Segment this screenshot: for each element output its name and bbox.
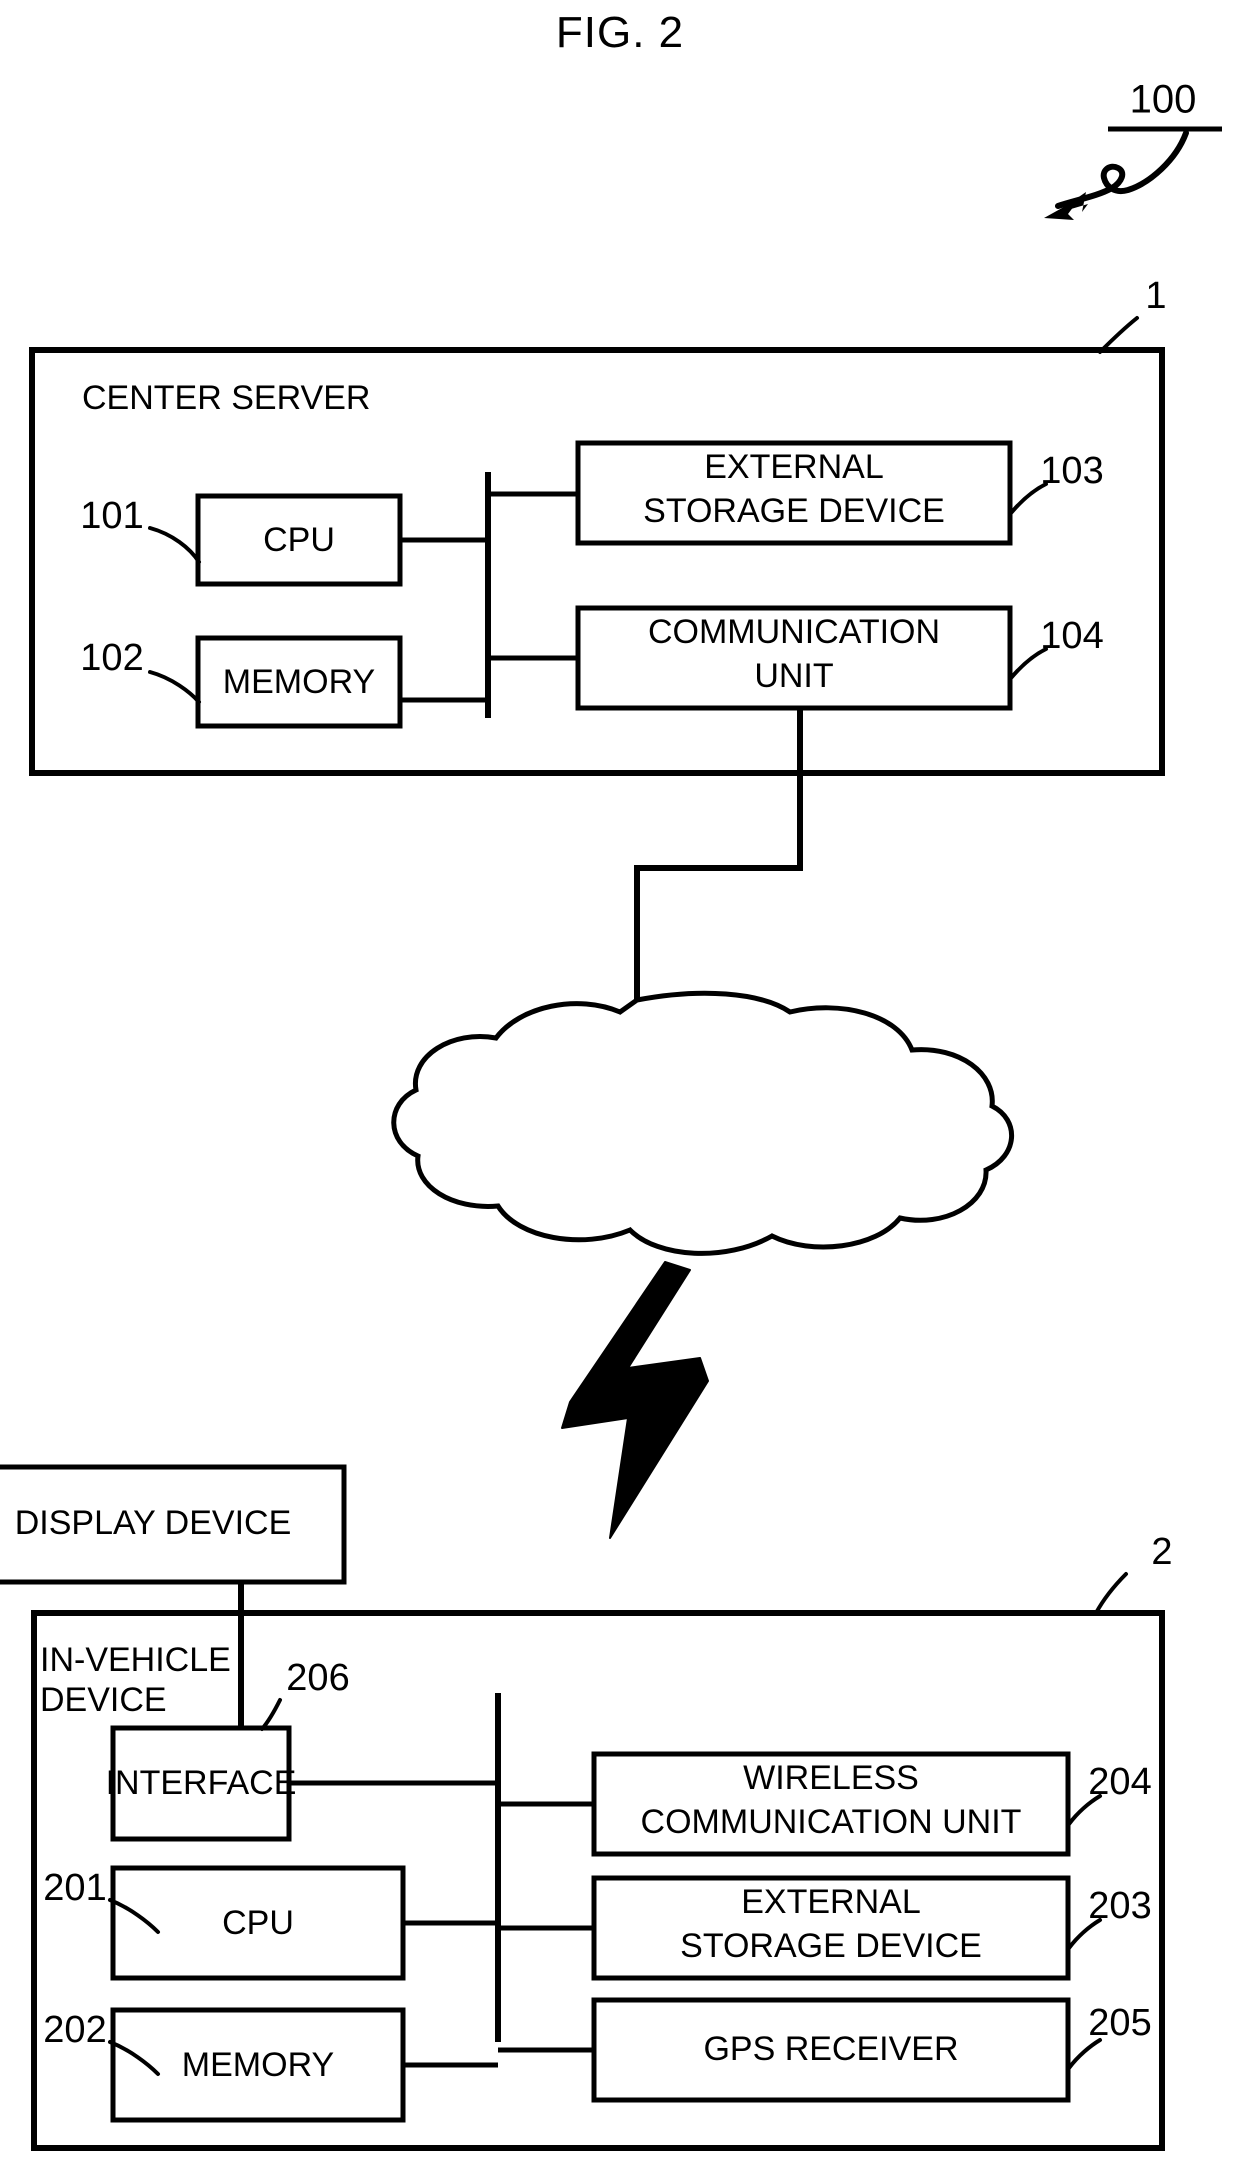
in-vehicle-wireless-communication-label-2: COMMUNICATION UNIT — [641, 1803, 1022, 1841]
network-cloud — [391, 990, 1015, 1256]
in-vehicle-wireless-communication-label-1: WIRELESS — [743, 1759, 919, 1797]
wireless-link-bolt — [561, 1261, 709, 1539]
in-vehicle-cpu-label: CPU — [222, 1904, 294, 1942]
display-device-label: DISPLAY DEVICE — [15, 1504, 292, 1542]
center-server-memory-ref-leader — [148, 670, 201, 704]
system-ref-arrow-curve — [1055, 130, 1189, 209]
system-ref-arrow-head-2 — [1044, 198, 1080, 220]
center-server-cpu-ref-leader — [148, 526, 201, 564]
center-server-external-storage-label-2: STORAGE DEVICE — [643, 492, 945, 530]
center-server-cpu-ref: 101 — [80, 495, 143, 537]
in-vehicle-device-title-1: IN-VEHICLE — [40, 1641, 231, 1679]
in-vehicle-gps-receiver-ref: 205 — [1088, 2002, 1151, 2044]
center-server-communication-label-2: UNIT — [754, 657, 833, 695]
center-server-ref-leader — [1098, 316, 1139, 354]
center-server-communication-ref: 104 — [1040, 615, 1103, 657]
figure-drawing: 100 CENTER SERVER 1 CPU 101 MEMORY 102 E… — [0, 78, 1222, 2151]
center-server-communication-label-1: COMMUNICATION — [648, 613, 940, 651]
server-to-cloud-link — [634, 708, 803, 1000]
in-vehicle-external-storage-ref-leader — [1067, 1918, 1102, 1950]
center-server-ref-label: 1 — [1145, 275, 1166, 317]
center-server-title: CENTER SERVER — [82, 379, 370, 417]
center-server-external-storage-ref-leader — [1009, 482, 1048, 515]
in-vehicle-interface-label: INTERFACE — [106, 1764, 297, 1802]
in-vehicle-memory-ref: 202 — [43, 2009, 106, 2051]
in-vehicle-external-storage-label-2: STORAGE DEVICE — [680, 1927, 982, 1965]
in-vehicle-wireless-communication-ref-leader — [1067, 1794, 1102, 1826]
in-vehicle-gps-receiver-ref-leader — [1067, 2038, 1102, 2070]
in-vehicle-device-ref-leader — [1094, 1572, 1128, 1615]
in-vehicle-cpu-ref: 201 — [43, 1867, 106, 1909]
center-server-communication-ref-leader — [1009, 647, 1048, 680]
center-server-external-storage-ref: 103 — [1040, 450, 1103, 492]
in-vehicle-gps-receiver-label: GPS RECEIVER — [703, 2030, 958, 2068]
in-vehicle-interface-ref-leader — [260, 1698, 282, 1731]
center-server-memory-label: MEMORY — [223, 663, 375, 701]
center-server-external-storage-label-1: EXTERNAL — [704, 448, 884, 486]
in-vehicle-device-ref-label: 2 — [1151, 1531, 1172, 1573]
patent-figure-page: FIG. 2 100 CENTER SERVER 1 CPU 101 MEMOR… — [0, 0, 1240, 2166]
in-vehicle-external-storage-label-1: EXTERNAL — [741, 1883, 921, 1921]
in-vehicle-device-title-2: DEVICE — [40, 1681, 167, 1719]
center-server-memory-ref: 102 — [80, 637, 143, 679]
system-ref-label: 100 — [1130, 78, 1197, 122]
center-server-cpu-label: CPU — [263, 521, 335, 559]
in-vehicle-interface-ref: 206 — [286, 1657, 349, 1699]
in-vehicle-memory-label: MEMORY — [182, 2046, 334, 2084]
